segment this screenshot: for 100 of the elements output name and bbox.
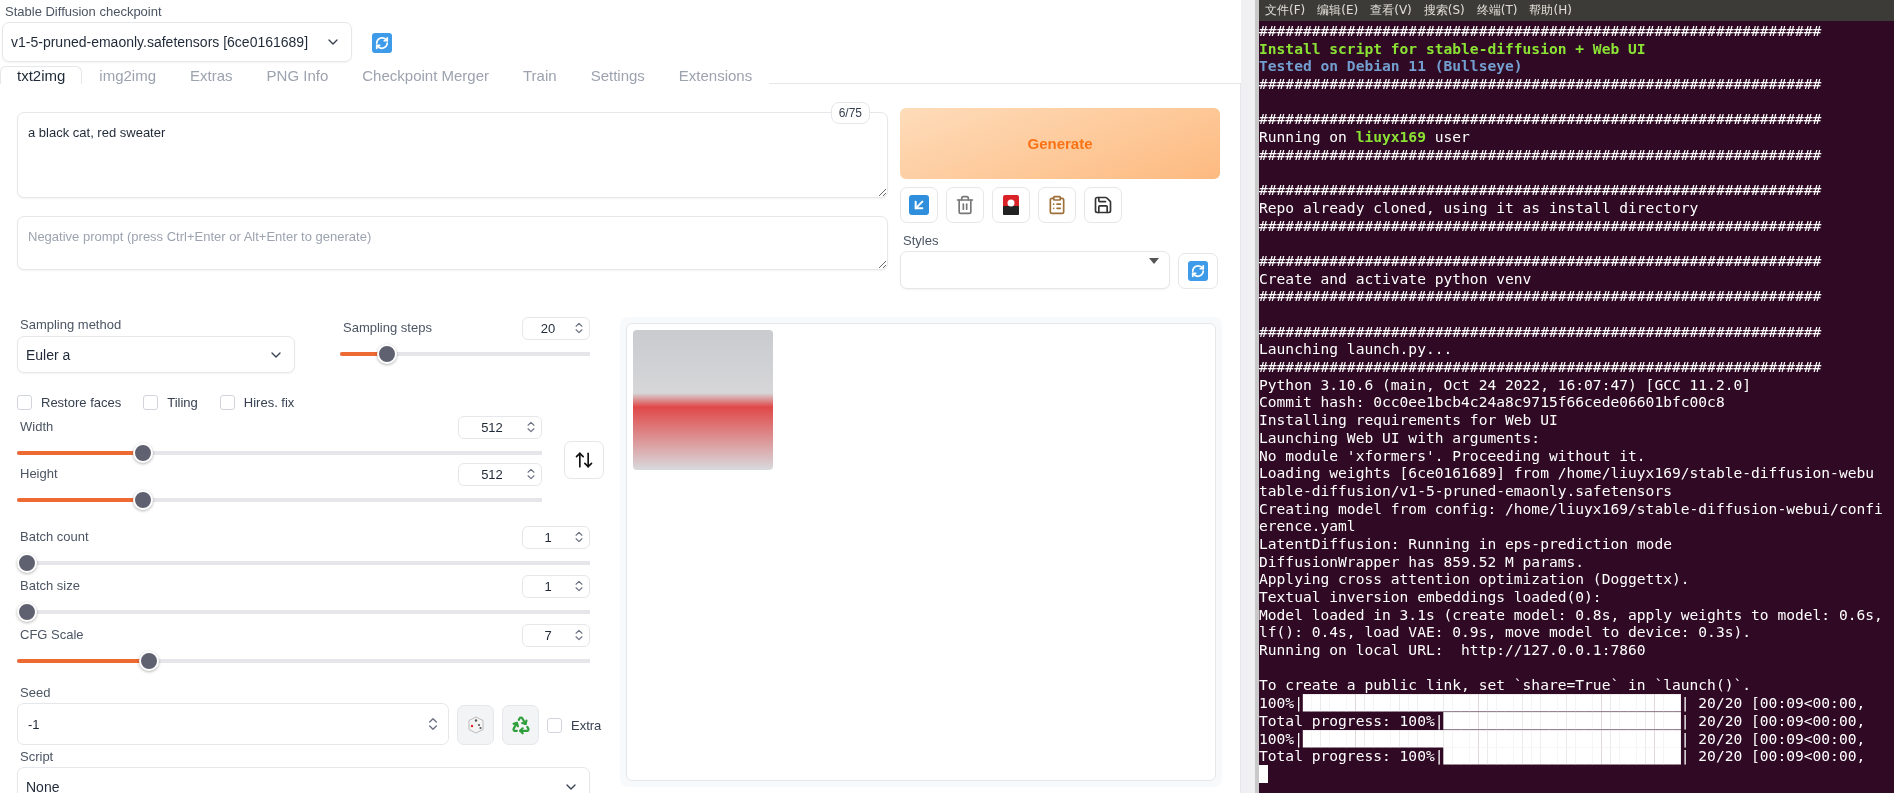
read-params-button[interactable] <box>900 187 938 223</box>
number-field[interactable]: 20 <box>522 317 590 340</box>
text-cursor <box>1259 764 1268 783</box>
photo-placeholder[interactable] <box>633 330 773 470</box>
field-label: Stable Diffusion checkpoint <box>5 4 163 19</box>
trash-button[interactable] <box>946 187 984 223</box>
menu-item[interactable]: 帮助(H) <box>1529 2 1572 19</box>
terminal-line: ################################################################ <box>1259 22 1823 40</box>
slider-label: CFG Scale <box>20 626 84 642</box>
negative-prompt-field[interactable]: Negative prompt (press Ctrl+Enter or Alt+Enter to generate) <box>17 216 888 270</box>
terminal-line: LatentDiffusion: Running in eps-prediction mode <box>1259 534 1673 553</box>
terminal-line: 100%|███████████████████████████████████████████| 20/20 [00:09<00:00, <box>1259 694 1867 712</box>
checkpoint-select[interactable]: v1-5-pruned-emaonly.safetensors [6ce0161689] <box>2 22 352 62</box>
sampling-method-select[interactable]: Euler a <box>17 336 295 373</box>
number-field[interactable]: 1 <box>522 526 590 549</box>
slider-label: Sampling steps <box>343 319 432 335</box>
terminal-line: ################################################################ <box>1259 322 1823 341</box>
number-field[interactable]: 7 <box>522 624 590 647</box>
save-button[interactable] <box>1084 187 1122 223</box>
terminal-line: Creating model from config: /home/liuyx169/stable-diffusion-webui/confi <box>1259 499 1884 518</box>
slider-label: Width <box>20 418 54 434</box>
terminal-line: ################################################################ <box>1259 358 1823 376</box>
field-label: Seed <box>20 685 52 700</box>
checkbox-label: Hires. fix <box>243 395 295 410</box>
menu-item[interactable]: 搜索(S) <box>1423 2 1465 19</box>
menu-item[interactable]: 编辑(E) <box>1317 2 1359 19</box>
terminal-line: Installing requirements for Web UI <box>1259 411 1559 429</box>
tab[interactable]: txt2img <box>0 66 83 84</box>
terminal-line: To create a public link, set `share=True` in `launch()`. <box>1259 676 1753 695</box>
card-icon <box>1002 194 1020 216</box>
caret-icon <box>1149 258 1159 264</box>
refresh-button[interactable] <box>1178 253 1218 289</box>
terminal-line: ################################################################ <box>1259 75 1823 93</box>
checkbox-label: Extra <box>571 717 602 733</box>
reuse-seed-button[interactable] <box>502 705 539 745</box>
token-counter: 6/75 <box>830 102 870 124</box>
terminal-line: ################################################################ <box>1259 110 1823 129</box>
terminal-line: Running on liuyx169 user <box>1259 128 1471 146</box>
seed-field[interactable]: -1 <box>17 703 449 745</box>
dice-icon <box>466 716 485 734</box>
field-label: Sampling method <box>20 317 123 332</box>
terminal-line: Applying cross attention optimization (Doggettx). <box>1259 570 1691 588</box>
terminal-line: Loading weights [6ce0161689] from /home/liuyx169/stable-diffusion-webu <box>1259 464 1876 482</box>
clipboard-button[interactable] <box>1038 187 1076 223</box>
checkbox[interactable] <box>143 395 159 410</box>
terminal-line: Total progress: 100%|███████████████████████████| 20/20 [00:09<00:00, <box>1259 711 1867 730</box>
terminal-line: Tested on Debian 11 (Bullseye) <box>1259 57 1524 76</box>
terminal-line: Repo already cloned, using it as install directory <box>1259 198 1700 217</box>
menu-item[interactable]: 文件(F) <box>1265 2 1306 19</box>
recycle-icon <box>510 715 531 735</box>
terminal-line: ################################################################ <box>1259 287 1823 305</box>
script-select[interactable]: None <box>17 767 590 793</box>
checkbox-label: Tiling <box>167 395 198 410</box>
slider-thumb[interactable] <box>17 553 37 573</box>
terminal-line: erence.yaml <box>1259 517 1357 535</box>
clipboard-icon <box>1047 195 1067 215</box>
menu-item[interactable]: 查看(V) <box>1370 2 1412 19</box>
terminal-line: ################################################################ <box>1259 216 1823 235</box>
terminal-line: Create and activate python venv <box>1259 269 1533 288</box>
number-field[interactable]: 512 <box>458 463 542 486</box>
checkbox-label: Restore faces <box>41 395 122 410</box>
slider-thumb[interactable] <box>133 490 154 510</box>
card-button[interactable] <box>992 187 1030 223</box>
terminal-line: DiffusionWrapper has 859.52 M params. <box>1259 552 1586 571</box>
slider-thumb[interactable] <box>138 651 159 671</box>
swap-arrows-icon <box>574 450 594 470</box>
checkbox[interactable] <box>219 395 235 410</box>
checkbox[interactable] <box>547 717 562 733</box>
slider-thumb[interactable] <box>376 344 397 364</box>
terminal-line: table-diffusion/v1-5-pruned-emaonly.safetensors <box>1259 481 1673 500</box>
slider-label: Batch count <box>20 528 89 544</box>
slider-thumb[interactable] <box>17 602 37 622</box>
number-field[interactable]: 512 <box>458 416 542 439</box>
terminal-line: 100%|███████████████████████████████████████████| 20/20 [00:09<00:00, <box>1259 729 1867 748</box>
number-field[interactable]: 1 <box>522 575 590 598</box>
terminal-line: ################################################################ <box>1259 181 1823 199</box>
terminal-line: Commit hash: 0cc0ee1bcb4c24a8c9715f66cede06601bfc00c8 <box>1259 393 1726 412</box>
terminal-line: No module 'xformers'. Proceeding without it. <box>1259 446 1647 465</box>
checkbox[interactable] <box>17 395 32 410</box>
slider-thumb[interactable] <box>133 443 154 463</box>
terminal-line: Textual inversion embeddings loaded(0): <box>1259 588 1603 606</box>
terminal-line: Python 3.10.6 (main, Oct 24 2022, 16:07:47) [GCC 11.2.0] <box>1259 375 1753 394</box>
terminal-line: ################################################################ <box>1259 251 1823 270</box>
terminal-line: Total progress: 100%|███████████████████████████| 20/20 [00:09<00:00, <box>1259 747 1867 765</box>
trash-icon <box>955 195 975 215</box>
terminal-line: ################################################################ <box>1259 145 1823 164</box>
terminal-line: Running on local URL: http://127.0.0.1:7860 <box>1259 641 1647 659</box>
terminal-line: Install script for stable-diffusion + Web UI <box>1259 39 1647 58</box>
slider-label: Height <box>20 465 58 481</box>
slider-label: Batch size <box>20 577 80 593</box>
terminal-line: Launching launch.py... <box>1259 340 1454 359</box>
terminal-line: Model loaded in 3.1s (create model: 0.8s, apply weights to model: 0.6s, <box>1259 605 1884 624</box>
refresh-icon <box>1187 260 1209 282</box>
refresh-icon <box>371 32 393 54</box>
terminal-line: lf(): 0.4s, load VAE: 0.9s, move model to device: 0.3s). <box>1259 623 1753 642</box>
field-label: Script <box>20 749 55 764</box>
terminal-line: Launching Web UI with arguments: <box>1259 428 1542 447</box>
swap-button[interactable] <box>564 441 604 479</box>
field-label: Styles <box>903 233 940 248</box>
menu-item[interactable]: 终端(T) <box>1476 2 1518 19</box>
